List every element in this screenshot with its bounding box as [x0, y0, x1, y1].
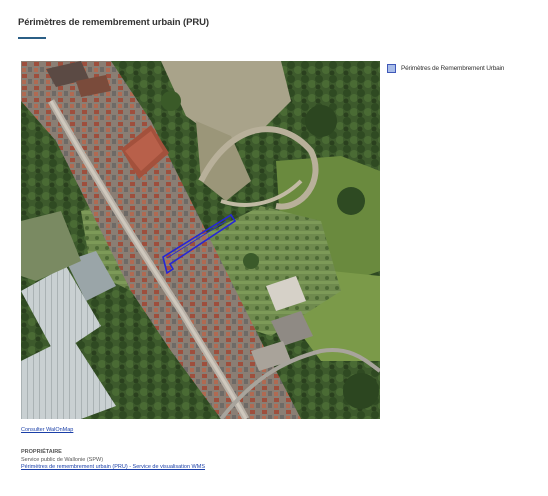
page-title: Périmètres de remembrement urbain (PRU) [18, 17, 209, 28]
owner-name: Service public de Wallonie (SPW) [21, 457, 104, 463]
walonmap-link[interactable]: Consulter WalOnMap [21, 427, 73, 433]
aerial-map-image [21, 61, 380, 419]
wms-service-link[interactable]: Périmètres de remembrement urbain (PRU) … [21, 464, 205, 470]
title-underline [18, 37, 46, 39]
map-legend: Périmètres de Remembrement Urbain [387, 64, 504, 73]
legend-label: Périmètres de Remembrement Urbain [401, 65, 505, 72]
legend-swatch-icon [387, 64, 396, 73]
owner-heading: PROPRIÉTAIRE [21, 449, 62, 455]
aerial-map[interactable] [21, 61, 380, 419]
